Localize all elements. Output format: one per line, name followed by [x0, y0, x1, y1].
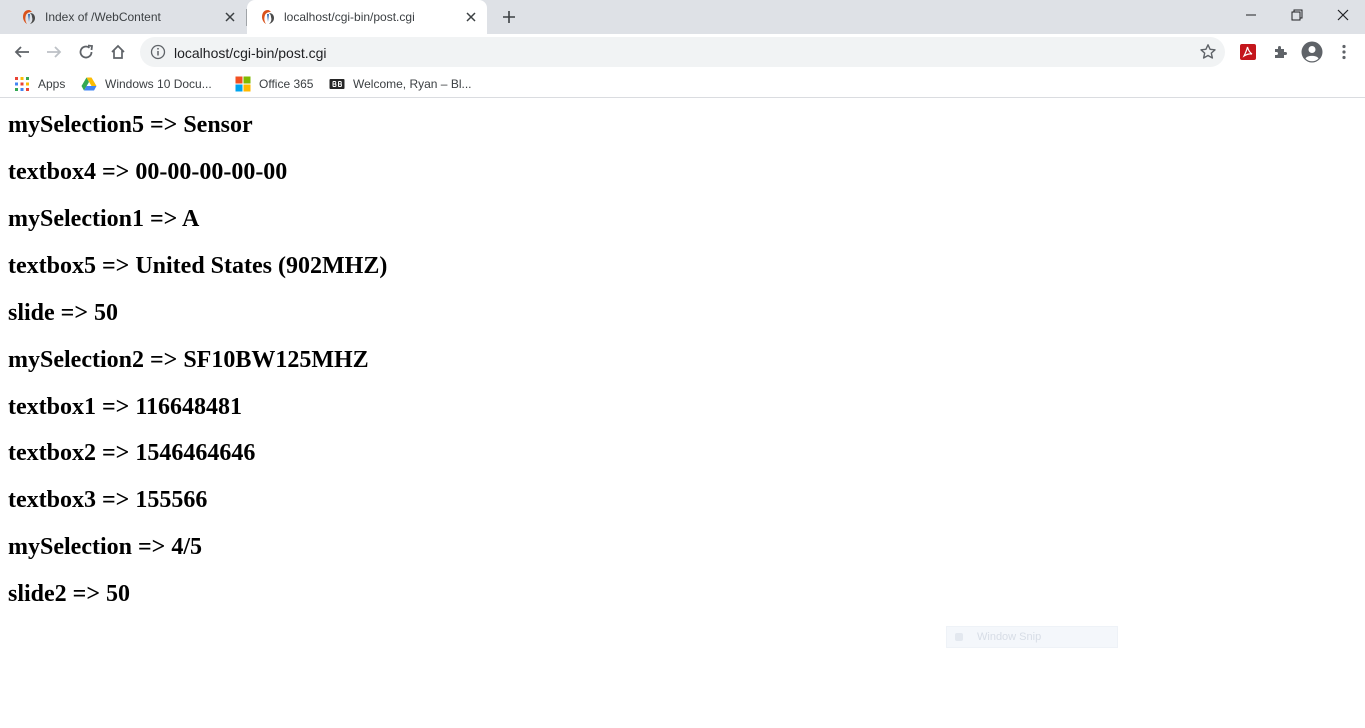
- forward-button[interactable]: [40, 38, 68, 66]
- reload-icon: [79, 44, 94, 59]
- bookmarks-bar: Apps Windows 10 Docu... Office 365 Welco…: [0, 70, 1365, 98]
- restore-button[interactable]: [1274, 0, 1320, 30]
- microsoft-icon: [235, 76, 251, 92]
- close-icon: [1337, 9, 1349, 21]
- avatar-icon: [1301, 41, 1323, 63]
- tab-post-cgi[interactable]: localhost/cgi-bin/post.cgi: [247, 0, 487, 34]
- bookmark-label: Apps: [38, 77, 66, 91]
- form-entry-myselection1: mySelection1 => A: [8, 206, 200, 232]
- close-window-button[interactable]: [1320, 0, 1365, 30]
- home-button[interactable]: [104, 38, 132, 66]
- form-entry-textbox4: textbox4 => 00-00-00-00-00: [8, 159, 288, 185]
- home-icon: [111, 44, 125, 59]
- acrobat-icon: [1240, 44, 1256, 60]
- kebab-menu-icon: [1342, 44, 1346, 60]
- profile-button[interactable]: [1299, 39, 1325, 65]
- bookmark-star-icon[interactable]: [1199, 43, 1217, 61]
- extensions-button[interactable]: [1267, 39, 1293, 65]
- bookmark-blackboard[interactable]: Welcome, Ryan – Bl...: [329, 74, 472, 94]
- bookmark-office-365[interactable]: Office 365: [235, 74, 313, 94]
- reload-button[interactable]: [72, 38, 100, 66]
- site-favicon-icon: [23, 10, 35, 24]
- back-button[interactable]: [8, 38, 36, 66]
- close-tab-icon[interactable]: [460, 6, 482, 28]
- form-entry-slide: slide => 50: [8, 300, 119, 326]
- form-entry-textbox5: textbox5 => United States (902MHZ): [8, 253, 388, 279]
- form-entry-textbox2: textbox2 => 1546464646: [8, 440, 256, 466]
- snip-label: Window Snip: [977, 631, 1042, 643]
- site-favicon-icon: [262, 10, 274, 24]
- snip-icon: [955, 633, 963, 641]
- close-tab-icon[interactable]: [219, 6, 241, 28]
- plus-icon: [503, 11, 515, 23]
- tab-index-webcontent[interactable]: Index of /WebContent: [8, 0, 246, 34]
- acrobat-extension-button[interactable]: [1235, 39, 1261, 65]
- new-tab-button[interactable]: [497, 5, 521, 29]
- bookmark-label: Office 365: [259, 77, 314, 91]
- arrow-left-icon: [14, 46, 29, 58]
- address-bar[interactable]: localhost/cgi-bin/post.cgi: [140, 37, 1225, 67]
- arrow-right-icon: [47, 46, 62, 58]
- form-entry-myselection: mySelection => 4/5: [8, 534, 202, 560]
- tab-strip: Index of /WebContent localhost/cgi-bin/p…: [0, 0, 1365, 34]
- page-content: mySelection5 => Sensor textbox4 => 00-00…: [0, 103, 1365, 728]
- tab-title: Index of /WebContent: [45, 10, 161, 24]
- browser-toolbar: localhost/cgi-bin/post.cgi: [0, 34, 1365, 70]
- bookmark-label: Windows 10 Docu...: [105, 77, 212, 91]
- url-text[interactable]: localhost/cgi-bin/post.cgi: [174, 45, 327, 61]
- tab-title: localhost/cgi-bin/post.cgi: [284, 10, 415, 24]
- bookmark-label: Welcome, Ryan – Bl...: [353, 77, 472, 91]
- minimize-icon: [1246, 14, 1256, 16]
- form-entry-slide2: slide2 => 50: [8, 581, 131, 607]
- restore-icon: [1291, 9, 1303, 21]
- minimize-button[interactable]: [1228, 0, 1274, 30]
- bookmark-windows-docs[interactable]: Windows 10 Docu...: [81, 74, 212, 94]
- form-entry-textbox3: textbox3 => 155566: [8, 487, 208, 513]
- menu-button[interactable]: [1331, 39, 1357, 65]
- blackboard-icon: [329, 79, 345, 89]
- window-snip-overlay: Window Snip: [946, 626, 1118, 648]
- puzzle-icon: [1275, 46, 1287, 58]
- apps-grid-icon: [15, 77, 29, 91]
- bookmark-apps[interactable]: Apps: [14, 74, 65, 94]
- form-entry-myselection5: mySelection5 => Sensor: [8, 112, 253, 138]
- form-entry-myselection2: mySelection2 => SF10BW125MHZ: [8, 347, 369, 373]
- info-icon[interactable]: [150, 44, 166, 60]
- google-drive-icon: [81, 77, 97, 91]
- form-entry-textbox1: textbox1 => 116648481: [8, 394, 243, 420]
